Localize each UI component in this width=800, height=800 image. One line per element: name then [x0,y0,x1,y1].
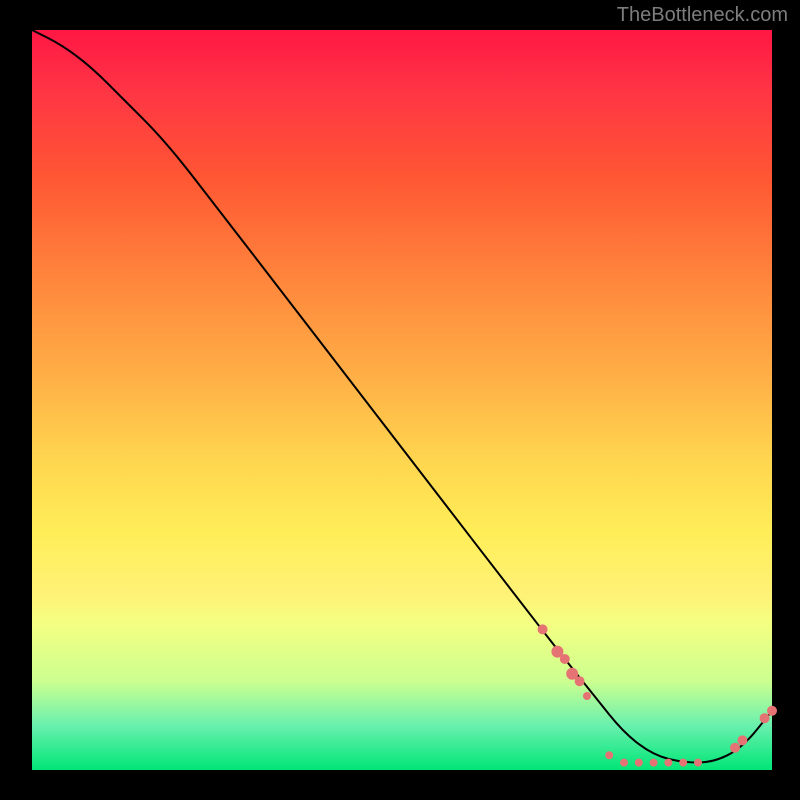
chart-marker [767,706,777,716]
chart-marker [650,759,658,767]
chart-marker [694,759,702,767]
chart-marker [760,713,770,723]
attribution-text: TheBottleneck.com [617,4,788,27]
chart-marker [605,751,613,759]
chart-marker [575,676,585,686]
chart-marker [560,654,570,664]
bottleneck-curve-path [32,30,772,763]
chart-marker [538,624,548,634]
chart-marker [620,759,628,767]
chart-marker [679,759,687,767]
chart-marker [730,743,740,753]
chart-marker [635,759,643,767]
chart-marker [583,692,591,700]
chart-marker [664,759,672,767]
chart-marker [737,735,747,745]
chart-svg [32,30,772,770]
chart-plot-area [32,30,772,770]
